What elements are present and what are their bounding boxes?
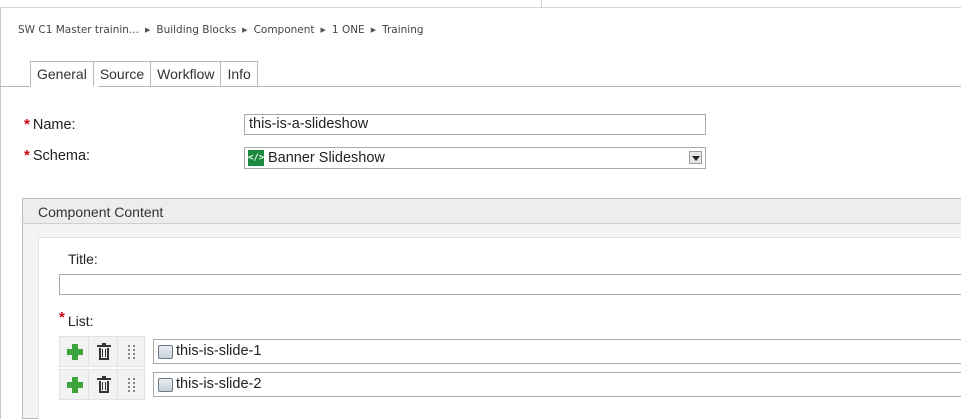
trash-icon-lid bbox=[97, 378, 111, 380]
grip-dot bbox=[133, 386, 135, 388]
grip-dot bbox=[128, 382, 130, 384]
grip-icon bbox=[128, 345, 136, 360]
list-item: this-is-slide-1 bbox=[59, 336, 961, 368]
tab-source[interactable]: Source bbox=[93, 61, 152, 87]
grip-dot bbox=[133, 353, 135, 355]
trash-icon bbox=[97, 376, 111, 394]
list-item-value: this-is-slide-2 bbox=[176, 376, 262, 392]
plus-icon-bar-v bbox=[72, 377, 78, 393]
active-tab-gap bbox=[31, 86, 98, 87]
grip-dot bbox=[128, 345, 130, 347]
grip-dot bbox=[128, 378, 130, 380]
tab-bar: General Source Workflow Info bbox=[30, 61, 258, 87]
section-title: Component Content bbox=[38, 204, 164, 220]
grip-dot bbox=[128, 386, 130, 388]
dropdown-arrow bbox=[692, 156, 700, 161]
content-fields-panel: Title: * List: this-is-slide-1 this-is-s… bbox=[38, 237, 961, 419]
grip-dot bbox=[133, 345, 135, 347]
required-marker: * bbox=[59, 309, 65, 326]
title-input[interactable] bbox=[59, 274, 961, 295]
grip-dot bbox=[133, 390, 135, 392]
breadcrumb-arrow-icon: ▶ bbox=[370, 26, 377, 34]
trash-icon bbox=[97, 343, 111, 361]
top-strip-divider bbox=[541, 0, 542, 8]
schema-select-value: Banner Slideshow bbox=[268, 150, 385, 166]
chevron-down-icon[interactable] bbox=[689, 151, 702, 164]
list-label-text: List: bbox=[67, 313, 94, 329]
breadcrumb-item-component[interactable]: Component bbox=[254, 24, 315, 36]
trash-icon-body bbox=[99, 381, 109, 393]
schema-select[interactable]: </> Banner Slideshow bbox=[244, 147, 706, 169]
drag-handle[interactable] bbox=[117, 336, 145, 367]
title-field-label: Title: bbox=[68, 251, 98, 267]
grip-dot bbox=[128, 357, 130, 359]
breadcrumb: SW C1 Master trainin... ▶ Building Blocks ▶… bbox=[18, 24, 424, 36]
list-item: this-is-slide-2 bbox=[59, 369, 961, 401]
trash-icon-bar bbox=[102, 382, 103, 390]
grip-dot bbox=[128, 353, 130, 355]
name-label-text: Name: bbox=[32, 117, 76, 133]
schema-label-text: Schema: bbox=[32, 148, 91, 164]
schema-label: * Schema: bbox=[24, 147, 90, 164]
grip-dot bbox=[133, 378, 135, 380]
required-marker: * bbox=[24, 116, 30, 133]
name-input[interactable]: this-is-a-slideshow bbox=[244, 114, 706, 135]
grip-dot bbox=[128, 349, 130, 351]
list-label: * List: bbox=[59, 309, 94, 330]
breadcrumb-arrow-icon: ▶ bbox=[144, 26, 151, 34]
plus-icon-bar-v bbox=[72, 344, 78, 360]
breadcrumb-arrow-icon: ▶ bbox=[242, 26, 248, 34]
trash-icon-body bbox=[99, 348, 109, 360]
plus-icon bbox=[67, 377, 83, 393]
required-marker: * bbox=[24, 147, 30, 164]
trash-icon-bar bbox=[102, 349, 103, 357]
list-item-link-field[interactable]: this-is-slide-1 bbox=[153, 339, 961, 364]
component-icon bbox=[158, 345, 173, 359]
component-icon bbox=[158, 378, 173, 392]
trash-icon-bar bbox=[105, 382, 106, 390]
schema-code-icon: </> bbox=[248, 150, 264, 166]
name-label: * Name: bbox=[24, 116, 76, 133]
name-input-value: this-is-a-slideshow bbox=[249, 116, 369, 132]
breadcrumb-item-one[interactable]: 1 ONE bbox=[332, 24, 365, 36]
list-item-value: this-is-slide-1 bbox=[176, 343, 262, 359]
grip-dot bbox=[133, 357, 135, 359]
list-item-link-field[interactable]: this-is-slide-2 bbox=[153, 372, 961, 397]
section-header[interactable]: Component Content bbox=[23, 199, 961, 224]
breadcrumb-item-publication[interactable]: SW C1 Master trainin... bbox=[18, 24, 139, 36]
grip-dot bbox=[128, 390, 130, 392]
component-content-section: Component Content Title: * List: this-is… bbox=[22, 198, 961, 419]
add-item-button[interactable] bbox=[59, 336, 89, 367]
top-strip bbox=[0, 0, 961, 8]
drag-handle[interactable] bbox=[117, 369, 145, 400]
add-item-button[interactable] bbox=[59, 369, 89, 400]
breadcrumb-item-training[interactable]: Training bbox=[382, 24, 423, 36]
breadcrumb-arrow-icon: ▶ bbox=[320, 26, 326, 34]
tab-info[interactable]: Info bbox=[221, 61, 258, 87]
grip-dot bbox=[133, 349, 135, 351]
grip-icon bbox=[128, 378, 136, 393]
tab-general[interactable]: General bbox=[30, 61, 94, 87]
delete-item-button[interactable] bbox=[88, 369, 118, 400]
tab-workflow[interactable]: Workflow bbox=[151, 61, 222, 87]
breadcrumb-item-building-blocks[interactable]: Building Blocks bbox=[156, 24, 236, 36]
delete-item-button[interactable] bbox=[88, 336, 118, 367]
grip-dot bbox=[133, 382, 135, 384]
trash-icon-bar bbox=[105, 349, 106, 357]
plus-icon bbox=[67, 344, 83, 360]
trash-icon-lid bbox=[97, 345, 111, 347]
